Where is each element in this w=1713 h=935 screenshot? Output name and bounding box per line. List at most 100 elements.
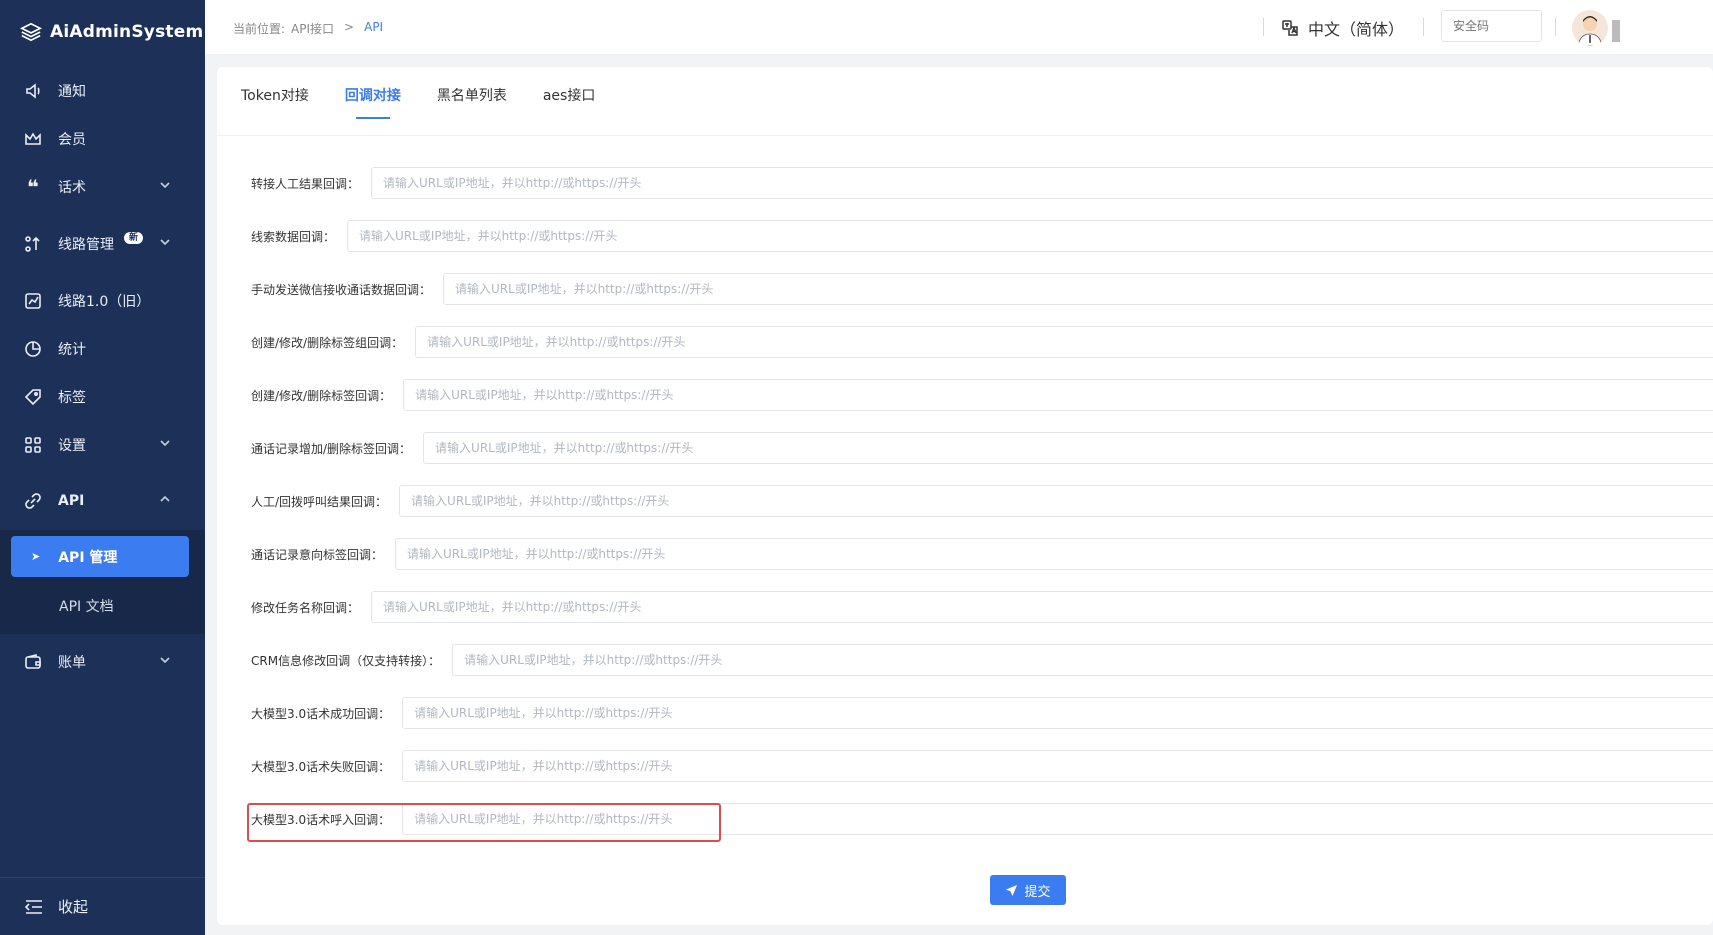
sidebar-item-label: 话术 xyxy=(58,180,86,196)
security-code-input[interactable] xyxy=(1441,10,1542,42)
sidebar-collapse-button[interactable]: 收起 xyxy=(0,877,205,935)
breadcrumb-parent[interactable]: API接口 xyxy=(291,20,334,37)
form-row: 通话记录增加/删除标签回调： xyxy=(251,432,1713,464)
field-label: 通话记录意向标签回调： xyxy=(251,547,384,562)
tab-callback[interactable]: 回调对接 xyxy=(345,85,401,119)
menu-fold-icon xyxy=(24,898,44,916)
sidebar-item-label: 会员 xyxy=(58,132,86,148)
crown-icon xyxy=(24,130,42,148)
pie-icon xyxy=(24,340,42,358)
speaker-icon xyxy=(24,82,42,100)
language-label: 中文（简体） xyxy=(1308,20,1405,39)
field-label: 通话记录增加/删除标签回调： xyxy=(251,441,412,456)
header-divider xyxy=(1555,18,1556,36)
tab-aes[interactable]: aes接口 xyxy=(543,85,596,119)
sidebar-item-label: 标签 xyxy=(58,390,86,406)
form-row: 大模型3.0话术呼入回调： xyxy=(251,803,1713,835)
quote-icon: ❝ xyxy=(27,175,39,199)
sidebar-item-label: 统计 xyxy=(58,342,86,358)
sidebar-item-routes[interactable]: 线路管理 新 xyxy=(0,224,205,264)
transfer-result-callback-input[interactable] xyxy=(371,167,1713,199)
sidebar-item-label: 线路1.0（旧） xyxy=(58,294,151,310)
form-row: 大模型3.0话术成功回调： xyxy=(251,697,1713,729)
tab-divider xyxy=(217,135,1713,136)
chevron-up-icon xyxy=(159,493,171,505)
sidebar-item-api[interactable]: API xyxy=(0,481,205,521)
sidebar-subitem-api-docs[interactable]: API 文档 xyxy=(59,596,114,616)
caret-right-icon: ➤ xyxy=(31,550,41,563)
avatar[interactable] xyxy=(1572,10,1608,46)
chevron-down-icon xyxy=(159,654,171,666)
wechat-call-data-callback-input[interactable] xyxy=(443,273,1713,305)
submit-label: 提交 xyxy=(1024,884,1051,900)
grid-icon xyxy=(24,436,42,454)
tab-blacklist[interactable]: 黑名单列表 xyxy=(437,85,507,119)
field-label: 手动发送微信接收通话数据回调： xyxy=(251,282,432,297)
main-card: Token对接 回调对接 黑名单列表 aes接口 转接人工结果回调： 线索数据回… xyxy=(217,67,1713,925)
intent-tag-callback-input[interactable] xyxy=(395,538,1713,570)
sidebar-item-statistics[interactable]: 统计 xyxy=(0,329,205,369)
field-label: 线索数据回调： xyxy=(251,229,336,244)
call-record-tag-callback-input[interactable] xyxy=(423,432,1713,464)
breadcrumb-separator: > xyxy=(344,20,355,34)
sidebar-item-notifications[interactable]: 通知 xyxy=(0,71,205,111)
send-icon xyxy=(1006,884,1018,896)
field-label: CRM信息修改回调（仅支持转接）： xyxy=(251,653,441,668)
field-label: 创建/修改/删除标签回调： xyxy=(251,388,392,403)
wallet-icon xyxy=(24,653,42,671)
link-icon xyxy=(24,492,42,510)
form-row: 通话记录意向标签回调： xyxy=(251,538,1713,570)
form-row: 创建/修改/删除标签组回调： xyxy=(251,326,1713,358)
language-switcher[interactable]: 中文（简体） xyxy=(1282,16,1404,40)
sidebar-item-tags[interactable]: 标签 xyxy=(0,377,205,417)
form-row: 创建/修改/删除标签回调： xyxy=(251,379,1713,411)
chevron-down-icon xyxy=(159,179,171,191)
sidebar-item-members[interactable]: 会员 xyxy=(0,119,205,159)
crm-info-callback-input[interactable] xyxy=(452,644,1713,676)
sidebar-item-scripts[interactable]: ❝ 话术 xyxy=(0,167,205,207)
task-name-callback-input[interactable] xyxy=(371,591,1713,623)
form-row: 修改任务名称回调： xyxy=(251,591,1713,623)
field-label: 人工/回拨呼叫结果回调： xyxy=(251,494,388,509)
sidebar-subitem-api-management[interactable]: ➤ API 管理 xyxy=(11,536,189,577)
translate-icon xyxy=(1282,20,1298,36)
field-label: 转接人工结果回调： xyxy=(251,176,360,191)
sidebar-item-label: API xyxy=(58,493,85,509)
header-divider xyxy=(1423,18,1424,36)
sidebar-item-label: 线路管理 xyxy=(58,237,114,253)
llm-script-failure-callback-input[interactable] xyxy=(402,750,1713,782)
form-row: 线索数据回调： xyxy=(251,220,1713,252)
chevron-down-icon xyxy=(159,236,171,248)
tab-token[interactable]: Token对接 xyxy=(241,85,309,119)
sidebar-item-settings[interactable]: 设置 xyxy=(0,425,205,465)
form-row: 手动发送微信接收通话数据回调： xyxy=(251,273,1713,305)
breadcrumb-prefix: 当前位置: xyxy=(233,22,286,36)
manual-callback-result-input[interactable] xyxy=(399,485,1713,517)
field-label: 创建/修改/删除标签组回调： xyxy=(251,335,404,350)
form-row: 转接人工结果回调： xyxy=(251,167,1713,199)
form-row: 人工/回拨呼叫结果回调： xyxy=(251,485,1713,517)
llm-script-success-callback-input[interactable] xyxy=(402,697,1713,729)
tag-callback-input[interactable] xyxy=(403,379,1713,411)
field-label: 修改任务名称回调： xyxy=(251,600,360,615)
sidebar-item-routes-v1[interactable]: 线路1.0（旧） xyxy=(0,281,205,321)
tag-icon xyxy=(24,388,42,406)
breadcrumb-current: API xyxy=(364,20,384,34)
route-icon xyxy=(24,235,42,253)
avatar-dropdown-handle[interactable] xyxy=(1612,20,1620,42)
sidebar-item-label: 通知 xyxy=(58,84,86,100)
llm-script-inbound-callback-input[interactable] xyxy=(402,803,1713,835)
app-logo[interactable]: AiAdminSystem xyxy=(20,20,203,44)
sidebar-item-label: 账单 xyxy=(58,655,86,671)
submit-button[interactable]: 提交 xyxy=(990,875,1066,905)
chevron-down-icon xyxy=(159,437,171,449)
tab-bar: Token对接 回调对接 黑名单列表 aes接口 xyxy=(241,85,631,119)
sidebar-item-billing[interactable]: 账单 xyxy=(0,642,205,682)
lead-data-callback-input[interactable] xyxy=(347,220,1713,252)
tag-group-callback-input[interactable] xyxy=(415,326,1713,358)
sidebar-subitem-label: API 管理 xyxy=(58,549,118,566)
form-row: CRM信息修改回调（仅支持转接）： xyxy=(251,644,1713,676)
new-badge: 新 xyxy=(124,232,144,244)
chart-icon xyxy=(24,292,42,310)
field-label: 大模型3.0话术失败回调： xyxy=(251,759,391,774)
